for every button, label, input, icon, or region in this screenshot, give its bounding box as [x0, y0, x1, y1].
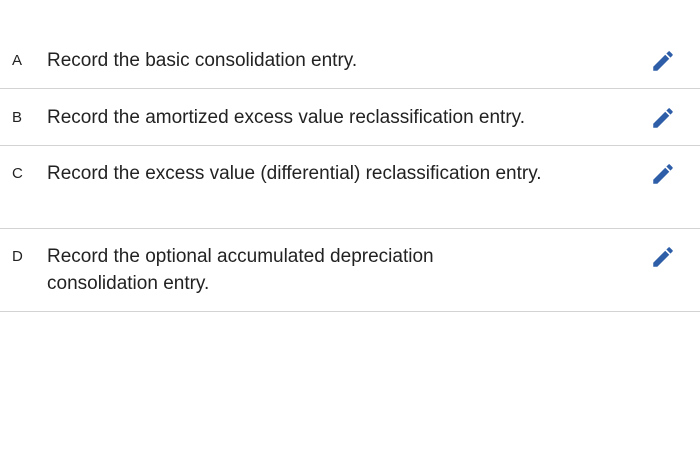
task-letter: A [12, 52, 23, 69]
task-row-c: C Record the excess value (differential)… [0, 146, 700, 229]
pencil-icon [650, 161, 676, 187]
task-row-d: D Record the optional accumulated deprec… [0, 229, 700, 312]
task-row-a: A Record the basic consolidation entry. [0, 32, 700, 89]
pencil-icon [650, 48, 676, 74]
task-description: Record the excess value (differential) r… [47, 163, 542, 184]
task-list: A Record the basic consolidation entry. … [0, 32, 700, 312]
task-letter: B [12, 109, 23, 126]
pencil-icon [650, 244, 676, 270]
edit-button-d[interactable] [648, 242, 678, 272]
edit-button-a[interactable] [648, 46, 678, 76]
edit-button-c[interactable] [648, 159, 678, 189]
task-description: Record the basic consolidation entry. [47, 50, 358, 71]
task-letter: D [12, 248, 23, 265]
task-description: Record the amortized excess value reclas… [47, 107, 526, 128]
task-letter: C [12, 165, 23, 182]
edit-button-b[interactable] [648, 103, 678, 133]
task-description: Record the optional accumulated deprecia… [47, 246, 434, 294]
pencil-icon [650, 105, 676, 131]
task-row-b: B Record the amortized excess value recl… [0, 89, 700, 146]
